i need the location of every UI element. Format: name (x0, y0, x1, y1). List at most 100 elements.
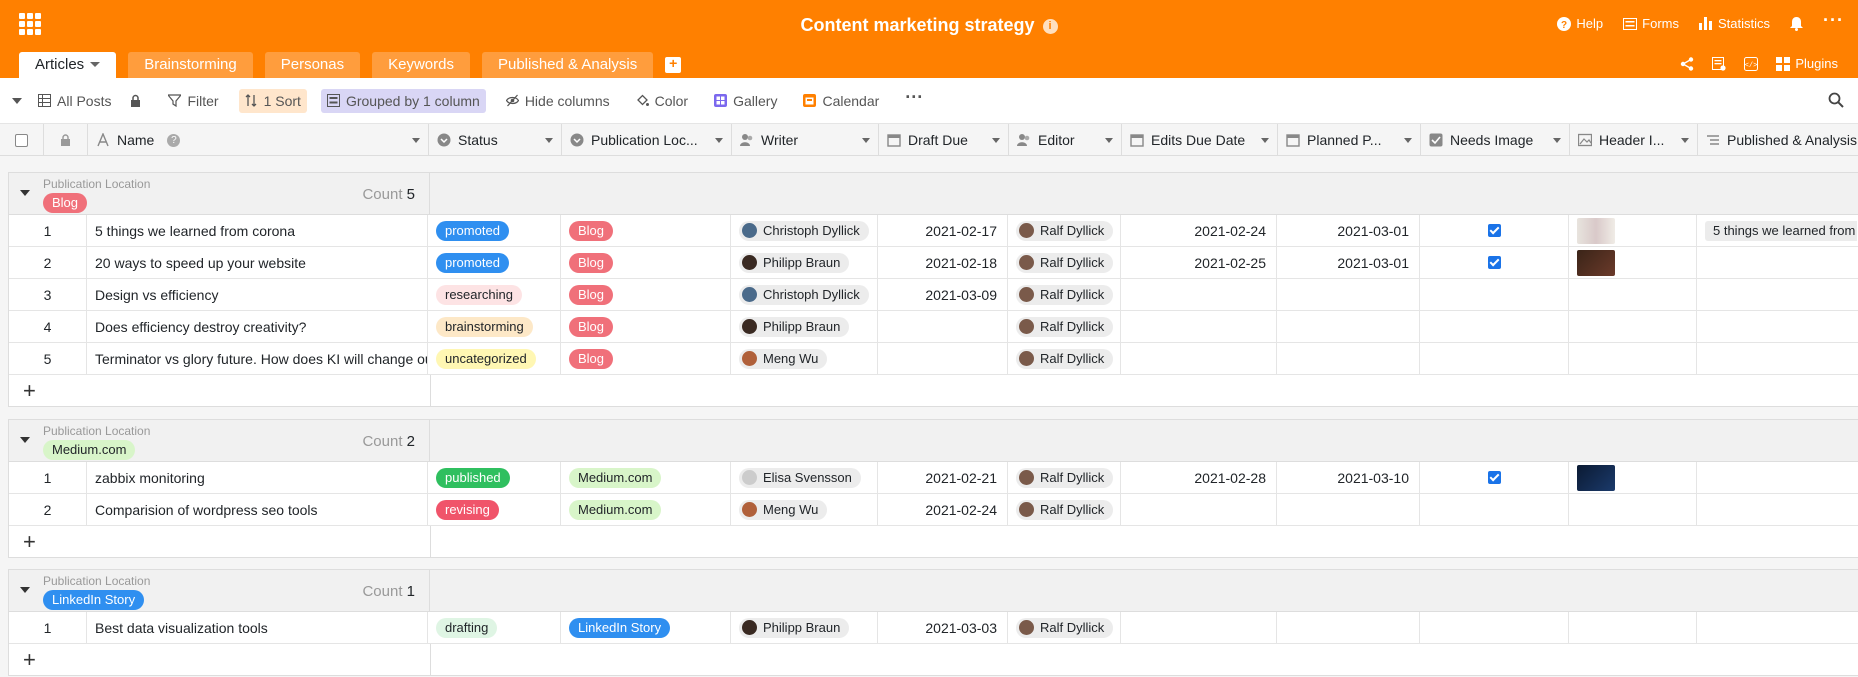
table-row[interactable]: 2 Comparision of wordpress seo tools revis… (9, 494, 1858, 526)
edits-due-cell[interactable]: 2021-02-24 (1121, 215, 1277, 246)
draft-due-cell[interactable] (878, 311, 1008, 342)
add-table-button[interactable] (665, 55, 682, 73)
checkbox-checked[interactable] (1487, 256, 1501, 269)
statistics-button[interactable]: Statistics (1699, 16, 1770, 31)
published-analysis-cell[interactable] (1697, 311, 1857, 342)
status-cell[interactable]: researching (428, 279, 561, 310)
table-row[interactable]: 2 20 ways to speed up your website promote… (9, 247, 1858, 279)
calendar-button[interactable]: Calendar (797, 89, 885, 113)
tab-keywords[interactable]: Keywords (372, 52, 470, 78)
notifications-button[interactable] (1790, 16, 1804, 31)
status-cell[interactable]: drafting (428, 612, 561, 643)
needs-image-cell[interactable] (1420, 215, 1569, 246)
writer-cell[interactable]: Elisa Svensson (731, 462, 878, 493)
collapse-group-chevron-icon[interactable] (20, 587, 30, 593)
column-header-header-image[interactable]: Header I... (1570, 124, 1698, 156)
column-header-edits-due-date[interactable]: Edits Due Date (1122, 124, 1278, 156)
published-analysis-cell[interactable] (1697, 612, 1857, 643)
edits-due-cell[interactable]: 2021-02-25 (1121, 247, 1277, 278)
writer-cell[interactable]: Philipp Braun (731, 247, 878, 278)
published-analysis-cell[interactable] (1697, 247, 1857, 278)
writer-cell[interactable]: Christoph Dyllick (731, 279, 878, 310)
name-cell[interactable]: 5 things we learned from corona (87, 215, 428, 246)
publication-location-cell[interactable]: Medium.com (561, 494, 731, 525)
header-image-cell[interactable] (1569, 494, 1697, 525)
toolbar-more-button[interactable]: ··· (899, 85, 929, 109)
writer-cell[interactable]: Christoph Dyllick (731, 215, 878, 246)
column-help-icon[interactable]: ? (167, 133, 181, 147)
name-cell[interactable]: Comparision of wordpress seo tools (87, 494, 428, 525)
status-cell[interactable]: revising (428, 494, 561, 525)
draft-due-cell[interactable]: 2021-02-18 (878, 247, 1008, 278)
draft-due-cell[interactable]: 2021-03-03 (878, 612, 1008, 643)
row-index-cell[interactable]: 2 (9, 247, 87, 278)
draft-due-cell[interactable]: 2021-03-09 (878, 279, 1008, 310)
more-menu-button[interactable]: ··· (1823, 10, 1844, 31)
publication-location-cell[interactable]: Blog (561, 311, 731, 342)
table-row[interactable]: 5 Terminator vs glory future. How does KI… (9, 343, 1858, 375)
tab-articles[interactable]: Articles (19, 52, 117, 78)
draft-due-cell[interactable]: 2021-02-17 (878, 215, 1008, 246)
needs-image-cell[interactable] (1420, 247, 1569, 278)
published-analysis-cell[interactable] (1697, 462, 1857, 493)
published-analysis-cell[interactable] (1697, 494, 1857, 525)
collapse-group-chevron-icon[interactable] (20, 437, 30, 443)
editor-cell[interactable]: Ralf Dyllick (1008, 215, 1121, 246)
column-header-draft-due[interactable]: Draft Due (879, 124, 1009, 156)
needs-image-cell[interactable] (1420, 494, 1569, 525)
collapse-group-chevron-icon[interactable] (20, 190, 30, 196)
row-index-cell[interactable]: 1 (9, 612, 87, 643)
add-row-plus-icon[interactable]: + (23, 647, 36, 673)
table-row[interactable]: 1 Best data visualization tools drafting Li… (9, 612, 1858, 644)
search-icon[interactable] (1828, 92, 1844, 108)
column-header-status[interactable]: Status (429, 124, 562, 156)
header-image-cell[interactable] (1569, 612, 1697, 643)
name-cell[interactable]: Does efficiency destroy creativity? (87, 311, 428, 342)
status-cell[interactable]: promoted (428, 247, 561, 278)
table-settings-button[interactable] (1712, 56, 1726, 71)
editor-cell[interactable]: Ralf Dyllick (1008, 311, 1121, 342)
row-index-cell[interactable]: 4 (9, 311, 87, 342)
editor-cell[interactable]: Ralf Dyllick (1008, 343, 1121, 374)
draft-due-cell[interactable]: 2021-02-24 (878, 494, 1008, 525)
column-header-name[interactable]: Name ? (88, 124, 429, 156)
linked-record[interactable]: 5 things we learned from (1705, 220, 1857, 241)
edits-due-cell[interactable] (1121, 279, 1277, 310)
column-header-editor[interactable]: Editor (1009, 124, 1122, 156)
writer-cell[interactable]: Meng Wu (731, 494, 878, 525)
header-image-thumbnail[interactable] (1577, 249, 1615, 276)
planned-publication-cell[interactable] (1277, 279, 1420, 310)
header-image-cell[interactable] (1569, 311, 1697, 342)
name-cell[interactable]: zabbix monitoring (87, 462, 428, 493)
header-image-cell[interactable] (1569, 343, 1697, 374)
status-cell[interactable]: uncategorized (428, 343, 561, 374)
publication-location-cell[interactable]: Blog (561, 279, 731, 310)
editor-cell[interactable]: Ralf Dyllick (1008, 612, 1121, 643)
planned-publication-cell[interactable] (1277, 612, 1420, 643)
publication-location-cell[interactable]: Blog (561, 247, 731, 278)
planned-publication-cell[interactable]: 2021-03-10 (1277, 462, 1420, 493)
help-button[interactable]: ? Help (1557, 16, 1603, 31)
header-image-thumbnail[interactable] (1577, 217, 1615, 244)
status-cell[interactable]: promoted (428, 215, 561, 246)
table-row[interactable]: 3 Design vs efficiency researching Blog Chri… (9, 279, 1858, 311)
editor-cell[interactable]: Ralf Dyllick (1008, 247, 1121, 278)
add-row-plus-icon[interactable]: + (23, 529, 36, 555)
name-cell[interactable]: 20 ways to speed up your website (87, 247, 428, 278)
editor-cell[interactable]: Ralf Dyllick (1008, 494, 1121, 525)
checkbox-checked[interactable] (1487, 224, 1501, 237)
edits-due-cell[interactable] (1121, 494, 1277, 525)
editor-cell[interactable]: Ralf Dyllick (1008, 462, 1121, 493)
publication-location-cell[interactable]: Blog (561, 343, 731, 374)
column-header-writer[interactable]: Writer (732, 124, 879, 156)
column-header-planned-publication[interactable]: Planned P... (1278, 124, 1421, 156)
edits-due-cell[interactable] (1121, 343, 1277, 374)
share-button[interactable] (1680, 56, 1694, 71)
header-image-cell[interactable] (1569, 247, 1697, 278)
header-image-thumbnail[interactable] (1577, 464, 1615, 491)
view-selector[interactable]: All Posts (32, 89, 117, 113)
hide-columns-button[interactable]: Hide columns (500, 89, 616, 113)
edits-due-cell[interactable] (1121, 612, 1277, 643)
tab-brainstorming[interactable]: Brainstorming (128, 52, 253, 78)
gallery-button[interactable]: Gallery (708, 89, 783, 113)
